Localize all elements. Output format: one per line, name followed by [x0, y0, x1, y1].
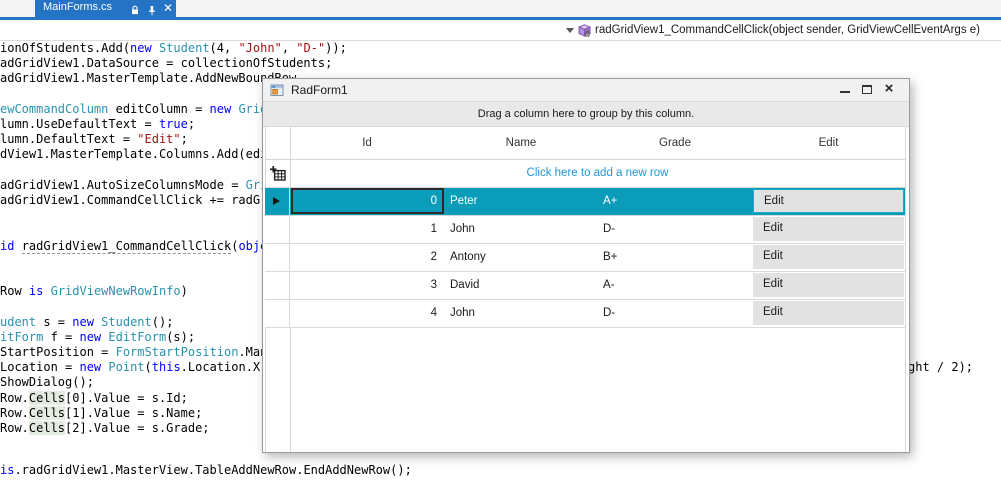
table-row[interactable]: 1 John D- Edit: [265, 216, 905, 244]
window-title: RadForm1: [291, 83, 348, 97]
code-line: Row.Cells[0].Value = s.Id;: [0, 391, 188, 405]
row-indicator-cell[interactable]: [265, 188, 290, 215]
edit-button[interactable]: Edit: [753, 245, 904, 269]
code-line: ionOfStudents.Add(new Student(4, "John",…: [0, 41, 347, 55]
close-button[interactable]: ×: [877, 79, 901, 101]
column-header-grade[interactable]: Grade: [598, 127, 752, 160]
grade-cell[interactable]: D-: [603, 300, 615, 327]
grade-cell[interactable]: B+: [603, 244, 617, 271]
column-header-edit[interactable]: Edit: [752, 127, 905, 160]
name-cell[interactable]: Peter: [450, 188, 478, 215]
code-line: Row.Cells[1].Value = s.Name;: [0, 406, 203, 420]
column-header-row: Id Name Grade Edit: [265, 127, 905, 160]
add-row-icon: [270, 166, 286, 186]
table-row[interactable]: 4 John D- Edit: [265, 300, 905, 328]
code-line: adGridView1.MasterTemplate.AddNewBoundRo…: [0, 71, 297, 85]
add-row-link[interactable]: Click here to add a new row: [290, 160, 905, 187]
code-line: lumn.UseDefaultText = true;: [0, 117, 196, 131]
add-new-row[interactable]: Click here to add a new row: [265, 160, 905, 188]
edit-button[interactable]: Edit: [753, 273, 904, 297]
row-indicator-cell[interactable]: [265, 272, 290, 299]
code-line: ShowDialog();: [0, 375, 94, 389]
window-title-bar[interactable]: RadForm1 ×: [263, 79, 909, 101]
code-line: ght / 2);: [908, 360, 974, 374]
current-row-arrow-icon: [273, 197, 280, 205]
id-cell[interactable]: 3: [290, 272, 444, 299]
code-line: adGridView1.DataSource = collectionOfStu…: [0, 56, 333, 70]
table-row[interactable]: 0 Peter A+ Edit: [265, 188, 905, 216]
group-by-panel[interactable]: Drag a column here to group by this colu…: [263, 101, 909, 127]
code-line: udent s = new Student();: [0, 315, 174, 329]
id-cell[interactable]: 0: [290, 188, 444, 215]
code-line: is.radGridView1.MasterView.TableAddNewRo…: [0, 463, 412, 477]
edit-button[interactable]: Edit: [753, 189, 904, 213]
edit-button[interactable]: Edit: [753, 217, 904, 241]
code-line: itForm f = new EditForm(s);: [0, 330, 196, 344]
row-indicator-cell[interactable]: [265, 216, 290, 243]
row-indicator-cell[interactable]: [265, 244, 290, 271]
id-cell[interactable]: 4: [290, 300, 444, 327]
grid: Id Name Grade Edit Click here to add a new …: [263, 127, 909, 452]
name-cell[interactable]: John: [450, 300, 475, 327]
minimize-button[interactable]: [833, 79, 857, 101]
edit-button[interactable]: Edit: [753, 301, 904, 325]
name-cell[interactable]: David: [450, 272, 479, 299]
window-icon: [270, 83, 285, 102]
code-line: Location = new Point(this.Location.X +: [0, 360, 282, 374]
name-cell[interactable]: John: [450, 216, 475, 243]
code-line: lumn.DefaultText = "Edit";: [0, 132, 188, 146]
name-cell[interactable]: Antony: [450, 244, 486, 271]
maximize-button[interactable]: [855, 79, 879, 101]
grid-right-border: [905, 127, 906, 452]
code-line: Row.Cells[2].Value = s.Grade;: [0, 421, 210, 435]
screen: MainForms.cs ✕ radGridView1_CommandCellC…: [0, 0, 1001, 498]
id-cell[interactable]: 1: [290, 216, 444, 243]
grade-cell[interactable]: D-: [603, 216, 615, 243]
radform-window: RadForm1 × Drag a column here to group b…: [262, 78, 910, 453]
row-indicator-cell[interactable]: [265, 300, 290, 327]
id-cell[interactable]: 2: [290, 244, 444, 271]
column-header-name[interactable]: Name: [444, 127, 598, 160]
grade-cell[interactable]: A-: [603, 272, 615, 299]
grade-cell[interactable]: A+: [603, 188, 617, 215]
code-line: StartPosition = FormStartPosition.Manual…: [0, 345, 296, 359]
table-row[interactable]: 3 David A- Edit: [265, 272, 905, 300]
code-line: Row is GridViewNewRowInfo): [0, 284, 188, 298]
column-header-id[interactable]: Id: [290, 127, 444, 160]
table-row[interactable]: 2 Antony B+ Edit: [265, 244, 905, 272]
